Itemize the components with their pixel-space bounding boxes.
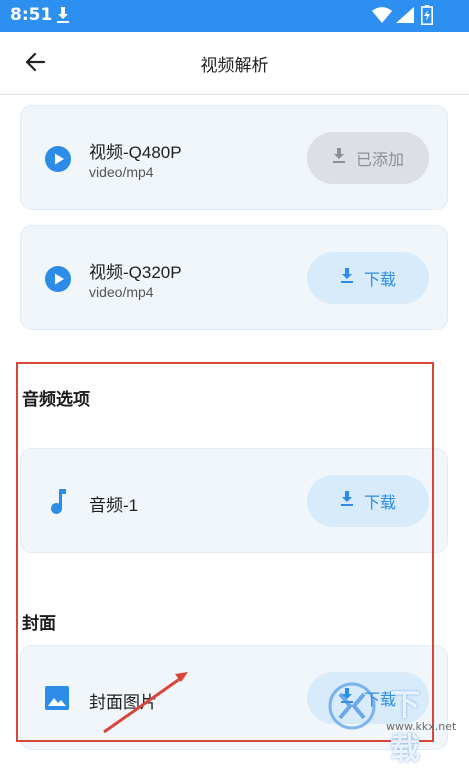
watermark-url: www.kkx.net: [386, 720, 457, 733]
annotation-arrow-icon: [100, 664, 195, 738]
watermark-logo-icon: [328, 682, 376, 730]
download-icon: [340, 490, 354, 512]
download-icon: [332, 147, 346, 169]
wifi-icon: [372, 7, 392, 28]
music-note-icon: [49, 488, 67, 519]
signal-icon: [396, 7, 414, 28]
download-button[interactable]: 下载: [307, 252, 429, 304]
video-option-name: 视频-Q320P: [89, 263, 182, 282]
video-option-name: 视频-Q480P: [89, 143, 182, 162]
audio-section-title: 音频选项: [22, 390, 90, 409]
status-bar: 8:51: [0, 0, 469, 32]
audio-option-name: 音频-1: [89, 496, 139, 515]
added-button-label: 已添加: [355, 152, 404, 169]
play-icon: [45, 146, 71, 177]
image-icon: [45, 686, 69, 715]
download-button-label: 下载: [363, 272, 396, 289]
app-bar: 视频解析: [0, 32, 469, 95]
download-icon: [340, 267, 354, 289]
download-button[interactable]: 下载: [307, 475, 429, 527]
video-option-format: video/mp4: [89, 164, 154, 180]
added-button[interactable]: 已添加: [307, 132, 429, 184]
status-time: 8:51: [10, 5, 53, 25]
audio-option-card: 音频-1 下载: [20, 448, 448, 553]
video-option-format: video/mp4: [89, 284, 154, 300]
page-title: 视频解析: [200, 56, 269, 75]
download-icon: [56, 6, 70, 29]
watermark: 下载 www.kkx.net: [326, 680, 456, 767]
play-icon: [45, 266, 71, 297]
download-button-label: 下载: [363, 495, 396, 512]
cover-section-title: 封面: [22, 614, 56, 633]
battery-charging-icon: [421, 5, 433, 30]
video-option-card: 视频-Q320P video/mp4 下载: [20, 225, 448, 330]
video-option-card: 视频-Q480P video/mp4 已添加: [20, 105, 448, 210]
